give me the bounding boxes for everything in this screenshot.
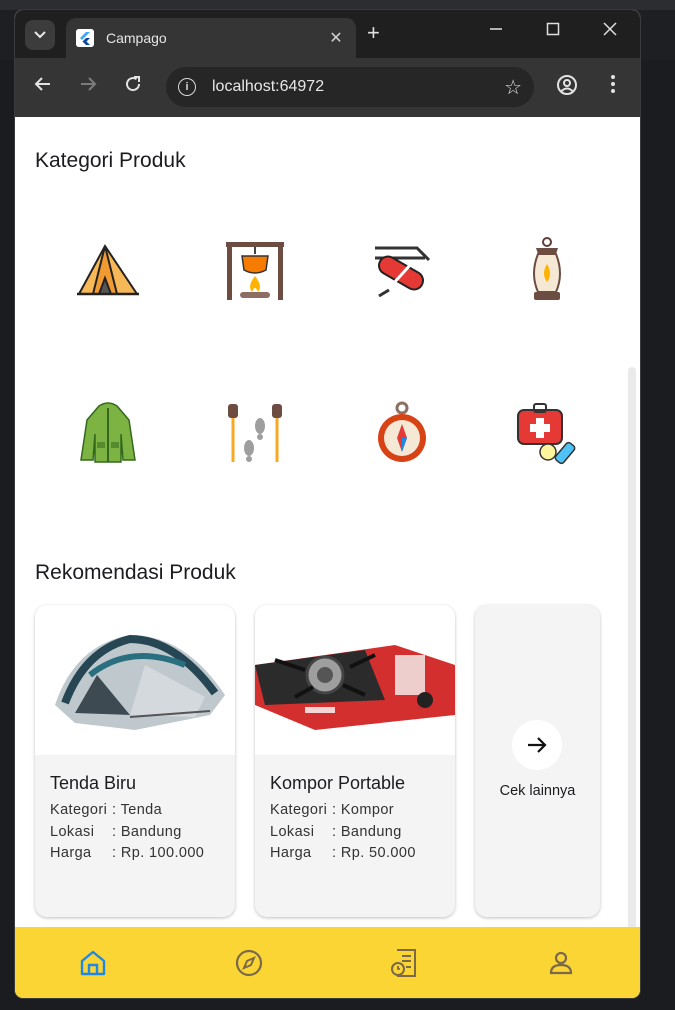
explore-compass-icon: [235, 949, 263, 977]
product-image-tent: [35, 605, 235, 755]
product-price-row: Harga : Rp. 50.000: [270, 845, 416, 861]
nav-home[interactable]: [73, 943, 113, 983]
profile-account-icon[interactable]: [555, 74, 579, 98]
maximize-icon[interactable]: [546, 22, 560, 41]
tab-title: Campago: [106, 30, 167, 46]
category-label: Kategori: [270, 802, 328, 818]
trekking-poles-icon: [228, 404, 282, 462]
kebab-menu-icon[interactable]: [601, 74, 625, 98]
see-more-label: Cek lainnya: [499, 783, 576, 799]
recommend-heading: Rekomendasi Produk: [35, 561, 236, 584]
product-card-tent[interactable]: Tenda Biru Kategori: Tenda Lokasi : Bandu…: [35, 605, 235, 917]
bottom-navigation: [15, 927, 640, 998]
price-label: Harga: [270, 845, 312, 861]
browser-toolbar: i localhost:64972 ☆: [15, 58, 640, 117]
category-multitool[interactable]: [367, 234, 437, 304]
location-value: : Bandung: [112, 824, 182, 840]
product-category-row: Kategori: Kompor: [270, 802, 394, 818]
minimize-icon[interactable]: [489, 22, 503, 41]
product-category-row: Kategori: Tenda: [50, 802, 162, 818]
category-compass[interactable]: [367, 398, 437, 468]
forward-arrow-icon[interactable]: [76, 74, 100, 98]
home-icon: [80, 950, 106, 976]
first-aid-kit-icon: [517, 403, 576, 465]
desktop-top-strip: [0, 0, 675, 10]
see-more-card[interactable]: Cek lainnya: [475, 605, 600, 917]
nav-orders[interactable]: [385, 943, 425, 983]
category-lantern[interactable]: [512, 234, 582, 304]
location-value: : Bandung: [332, 824, 402, 840]
category-jacket[interactable]: [73, 398, 143, 468]
back-arrow-icon[interactable]: [31, 74, 55, 98]
multitool-knife-icon: [375, 246, 431, 298]
tab-campago[interactable]: Campago ✕: [66, 18, 356, 58]
arrow-right-icon: [528, 737, 547, 753]
tab-search-button[interactable]: [25, 20, 55, 50]
price-value: : Rp. 50.000: [332, 845, 416, 861]
url-text: localhost:64972: [212, 78, 325, 95]
category-label: Kategori: [50, 802, 108, 818]
nav-profile[interactable]: [541, 943, 581, 983]
location-label: Lokasi: [50, 824, 95, 840]
see-more-button[interactable]: [512, 720, 562, 770]
price-label: Harga: [50, 845, 92, 861]
category-value: : Tenda: [112, 802, 163, 818]
product-image-stove: [255, 605, 455, 755]
title-bar: Campago ✕ +: [15, 10, 640, 58]
tent-icon: [77, 244, 139, 296]
address-bar[interactable]: i localhost:64972 ☆: [166, 67, 534, 107]
browser-window: Campago ✕ + i localhost:64972 ☆ Kategori…: [15, 10, 640, 998]
category-first-aid[interactable]: [512, 398, 582, 468]
product-location-row: Lokasi : Bandung: [50, 824, 182, 840]
profile-icon: [549, 951, 573, 975]
category-value: : Kompor: [332, 802, 395, 818]
reload-icon[interactable]: [121, 74, 145, 98]
category-cooking[interactable]: [220, 234, 290, 304]
close-window-icon[interactable]: [603, 22, 617, 41]
product-price-row: Harga : Rp. 100.000: [50, 845, 204, 861]
category-tent[interactable]: [73, 234, 143, 304]
app-page: Kategori Produk Rekomendasi Produk Tenda…: [15, 117, 640, 935]
chevron-down-icon: [34, 31, 46, 39]
location-label: Lokasi: [270, 824, 315, 840]
flutter-favicon-icon: [76, 29, 94, 47]
tab-close-icon[interactable]: ✕: [326, 28, 346, 48]
price-value: : Rp. 100.000: [112, 845, 205, 861]
campfire-cooking-icon: [226, 242, 284, 300]
jacket-icon: [80, 402, 136, 463]
site-info-icon[interactable]: i: [178, 78, 196, 96]
orders-history-icon: [391, 949, 416, 977]
nav-explore[interactable]: [229, 943, 269, 983]
categories-heading: Kategori Produk: [35, 149, 186, 172]
bookmark-star-icon[interactable]: ☆: [504, 75, 522, 100]
new-tab-button[interactable]: +: [367, 22, 380, 44]
scrollbar[interactable]: [628, 367, 636, 935]
compass-icon: [378, 401, 426, 462]
category-trekking[interactable]: [220, 398, 290, 468]
product-card-stove[interactable]: Kompor Portable Kategori: Kompor Lokasi:…: [255, 605, 455, 917]
product-name: Tenda Biru: [50, 773, 137, 793]
lantern-icon: [533, 237, 561, 300]
product-location-row: Lokasi : Bandung: [270, 824, 402, 840]
product-name: Kompor Portable: [270, 773, 406, 793]
